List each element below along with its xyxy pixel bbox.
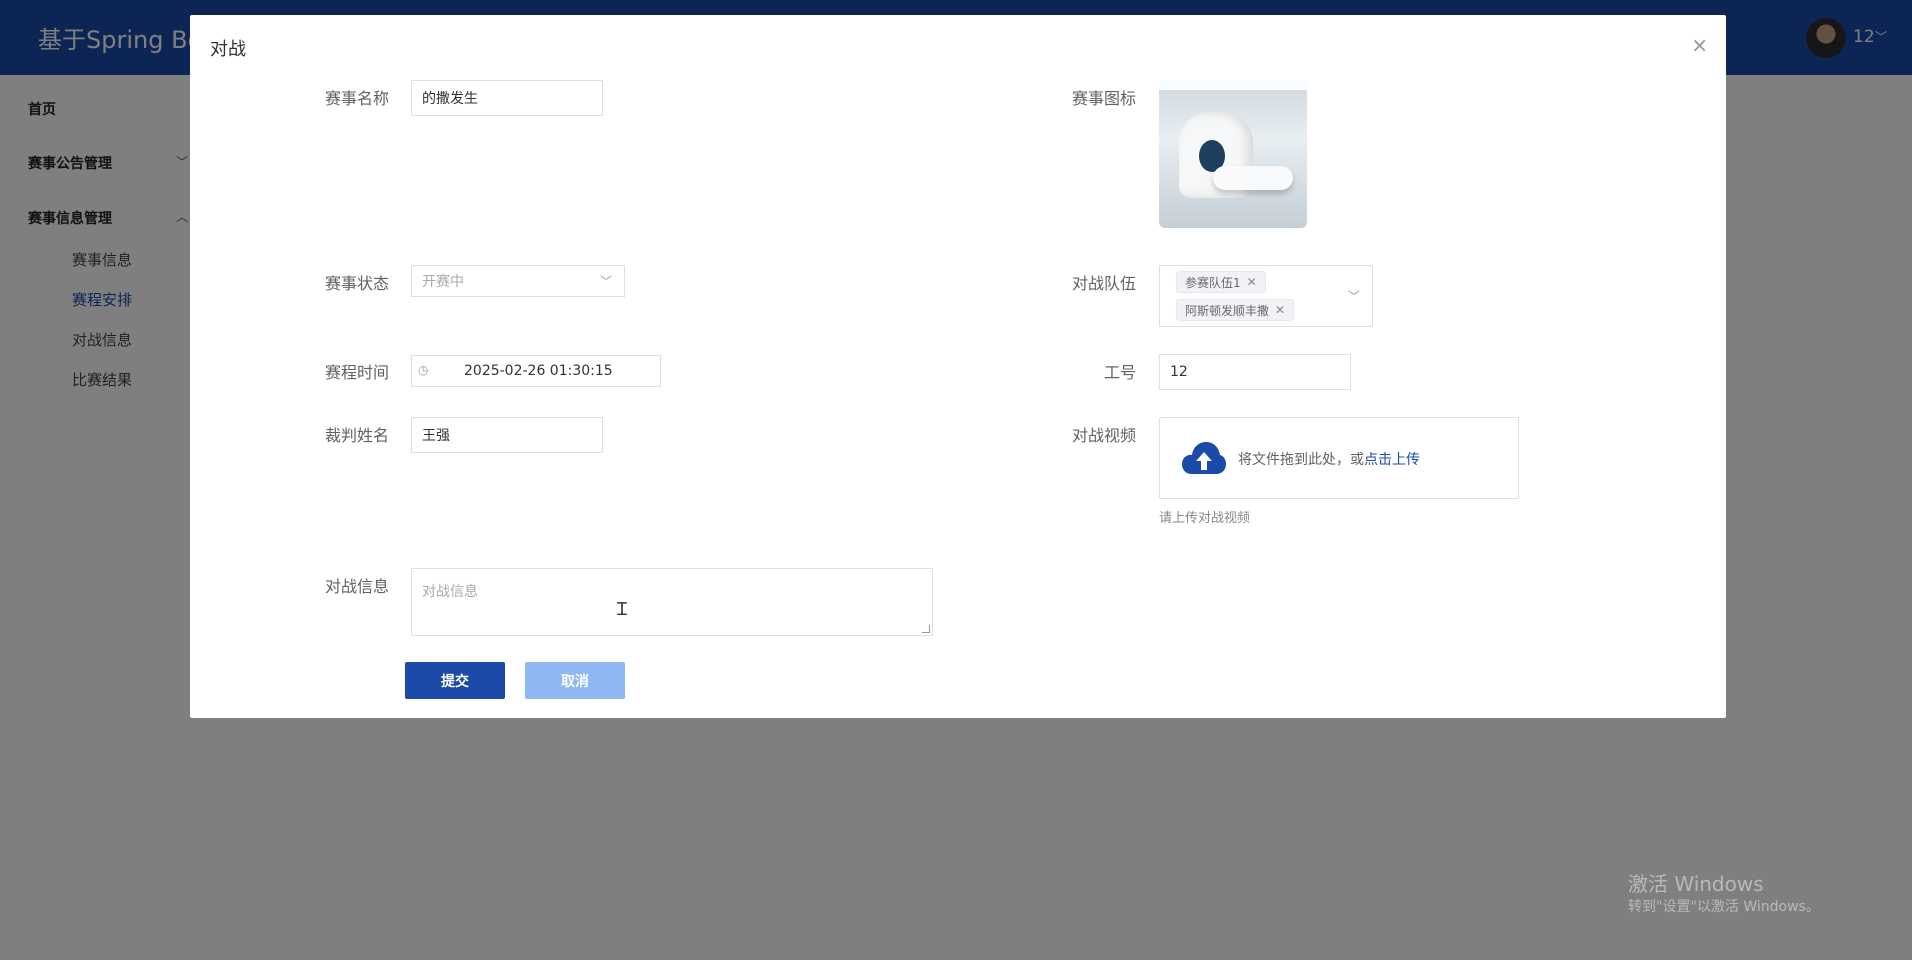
close-icon[interactable]: ✕ [1247, 275, 1257, 289]
team-tag: 阿斯顿发顺丰撒 ✕ [1176, 299, 1295, 321]
event-name-value: 的撒发生 [422, 91, 478, 107]
battle-info-textarea[interactable]: 对战信息 [411, 568, 933, 636]
teams-label: 对战队伍 [1072, 274, 1137, 293]
schedule-time-value: 2025-02-26 01:30:15 [464, 363, 613, 379]
job-no-input[interactable]: 12 [1159, 354, 1351, 390]
referee-label: 裁判姓名 [325, 426, 390, 445]
battle-info-placeholder: 对战信息 [422, 584, 478, 600]
battle-dialog: 对战 × 赛事名称 的撒发生 赛事图标 赛事状态 开赛中 ﹀ 对战队伍 参赛队伍… [190, 15, 1726, 718]
teams-select[interactable]: 参赛队伍1 ✕ 阿斯顿发顺丰撒 ✕ ﹀ [1159, 265, 1373, 327]
referee-value: 王强 [422, 428, 450, 444]
text-cursor-icon: Ɪ [617, 599, 628, 620]
mri-bed-shape [1213, 166, 1293, 190]
upload-text: 将文件拖到此处，或点击上传 [1238, 449, 1420, 469]
submit-button[interactable]: 提交 [405, 662, 505, 699]
schedule-time-label: 赛程时间 [325, 363, 390, 382]
cloud-upload-icon [1182, 442, 1226, 474]
cancel-button[interactable]: 取消 [525, 662, 625, 699]
event-icon-image[interactable] [1159, 80, 1307, 228]
close-icon[interactable]: × [1691, 33, 1708, 57]
job-no-label: 工号 [1104, 363, 1137, 382]
windows-activation-watermark: 激活 Windows [1628, 872, 1764, 896]
video-label: 对战视频 [1072, 426, 1137, 445]
schedule-time-picker[interactable]: ◷ 2025-02-26 01:30:15 [411, 355, 661, 387]
dialog-title: 对战 [210, 39, 246, 60]
upload-drop-text: 将文件拖到此处，或 [1238, 452, 1364, 468]
resize-handle[interactable] [922, 625, 930, 633]
chevron-down-icon: ﹀ [1347, 289, 1360, 304]
job-no-value: 12 [1170, 364, 1188, 380]
upload-link[interactable]: 点击上传 [1364, 452, 1420, 468]
chevron-down-icon: ﹀ [599, 274, 612, 289]
video-upload-dropzone[interactable]: 将文件拖到此处，或点击上传 [1159, 417, 1519, 499]
ceiling-light [1159, 80, 1307, 90]
team-tag-label: 阿斯顿发顺丰撒 [1185, 303, 1270, 318]
team-tag: 参赛队伍1 ✕ [1176, 271, 1266, 293]
clock-icon: ◷ [418, 363, 429, 377]
referee-input[interactable]: 王强 [411, 417, 603, 453]
event-status-value: 开赛中 [422, 274, 464, 290]
event-name-input[interactable]: 的撒发生 [411, 80, 603, 116]
event-icon-label: 赛事图标 [1072, 89, 1137, 108]
close-icon[interactable]: ✕ [1275, 303, 1285, 317]
event-status-label: 赛事状态 [325, 274, 390, 293]
event-name-label: 赛事名称 [325, 89, 390, 108]
team-tag-label: 参赛队伍1 [1185, 275, 1241, 290]
event-status-select[interactable]: 开赛中 ﹀ [411, 265, 625, 297]
battle-info-label: 对战信息 [325, 577, 390, 596]
windows-activation-hint: 转到"设置"以激活 Windows。 [1628, 899, 1820, 915]
upload-tip: 请上传对战视频 [1159, 511, 1251, 526]
